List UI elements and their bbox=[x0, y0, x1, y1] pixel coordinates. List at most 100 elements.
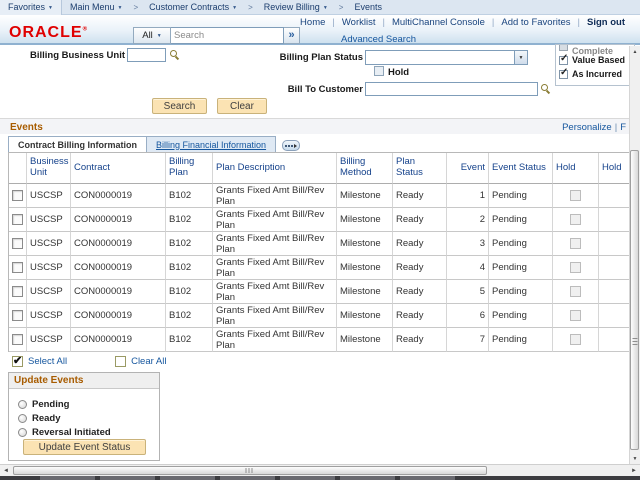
cell-plan-status: Ready bbox=[393, 304, 447, 328]
top-link-add-to-favorites[interactable]: Add to Favorites bbox=[494, 17, 577, 28]
grid-header-select bbox=[9, 153, 27, 184]
cell-event-status: Pending bbox=[489, 280, 553, 304]
events-tabs: Contract Billing InformationBilling Fina… bbox=[8, 135, 300, 153]
breadcrumb-item-review-billing[interactable]: Review Billing bbox=[256, 0, 336, 15]
select-all-checkbox-icon[interactable] bbox=[12, 356, 23, 367]
cell-billing-plan: B102 bbox=[166, 256, 213, 280]
cell-event: 2 bbox=[447, 208, 489, 232]
row-select-cell bbox=[9, 304, 27, 328]
top-link-sign-out[interactable]: Sign out bbox=[580, 17, 632, 28]
horizontal-scrollbar-thumb[interactable] bbox=[13, 466, 487, 475]
hold-checkbox[interactable] bbox=[570, 190, 581, 201]
search-go-button[interactable] bbox=[284, 27, 300, 44]
arrow bbox=[294, 144, 297, 148]
row-select-checkbox[interactable] bbox=[12, 238, 23, 249]
ready-radio-button[interactable] bbox=[18, 414, 27, 423]
row-select-cell bbox=[9, 232, 27, 256]
cell-business-unit: USCSP bbox=[27, 232, 71, 256]
cell-hold-2 bbox=[599, 184, 629, 208]
cell-event: 7 bbox=[447, 328, 489, 352]
chevron-down-icon[interactable] bbox=[514, 51, 527, 64]
clear-all-group: Clear All bbox=[115, 356, 166, 367]
hold-checkbox[interactable] bbox=[570, 238, 581, 249]
bill-to-customer-input[interactable] bbox=[365, 82, 538, 96]
hold-checkbox[interactable] bbox=[570, 214, 581, 225]
tab-contract-billing-information[interactable]: Contract Billing Information bbox=[8, 136, 147, 153]
scroll-right-arrow-icon[interactable]: ► bbox=[628, 465, 640, 476]
row-select-cell bbox=[9, 208, 27, 232]
search-scope-dropdown[interactable]: All bbox=[133, 27, 171, 44]
hold-checkbox[interactable] bbox=[570, 334, 581, 345]
as-incurred-checkbox[interactable] bbox=[559, 70, 568, 79]
lookup-magnifier-icon[interactable] bbox=[170, 50, 178, 58]
row-select-checkbox[interactable] bbox=[12, 214, 23, 225]
tab-billing-financial-information[interactable]: Billing Financial Information bbox=[147, 136, 276, 153]
grid-header-billing-method[interactable]: Billing Method bbox=[337, 153, 393, 184]
grid-header-event-status[interactable]: Event Status bbox=[489, 153, 553, 184]
top-link-worklist[interactable]: Worklist bbox=[335, 17, 383, 28]
checkbox-item-value-based: Value Based bbox=[556, 53, 634, 67]
chevron-down-icon bbox=[232, 2, 237, 12]
grid-header-billing-plan[interactable]: Billing Plan bbox=[166, 153, 213, 184]
grid-header-hold-2[interactable]: Hold bbox=[599, 153, 629, 184]
top-link-multichannel-console[interactable]: MultiChannel Console bbox=[385, 17, 492, 28]
cell-plan-status: Ready bbox=[393, 328, 447, 352]
cell-billing-method: Milestone bbox=[337, 328, 393, 352]
breadcrumb: FavoritesMain Menu Customer Contracts Revi… bbox=[0, 0, 640, 15]
row-select-checkbox[interactable] bbox=[12, 262, 23, 273]
cell-plan-status: Ready bbox=[393, 184, 447, 208]
cell-billing-plan: B102 bbox=[166, 208, 213, 232]
dot bbox=[285, 145, 287, 147]
search-button[interactable]: Search bbox=[152, 98, 207, 114]
advanced-search-link[interactable]: Advanced Search bbox=[341, 34, 416, 45]
percent-complete-checkbox[interactable] bbox=[559, 44, 568, 51]
hold-checkbox[interactable] bbox=[570, 310, 581, 321]
global-search-bar: All bbox=[133, 27, 300, 44]
hold-checkbox[interactable] bbox=[570, 286, 581, 297]
breadcrumb-item-events[interactable]: Events bbox=[346, 0, 390, 15]
vertical-scrollbar-thumb[interactable] bbox=[630, 150, 639, 450]
breadcrumb-item-customer-contracts[interactable]: Customer Contracts bbox=[141, 0, 245, 15]
grid-header-plan-description[interactable]: Plan Description bbox=[213, 153, 337, 184]
hold-checkbox[interactable] bbox=[570, 262, 581, 273]
lookup-magnifier-icon[interactable] bbox=[541, 84, 549, 92]
radio-option-reversal-initiated: Reversal Initiated bbox=[18, 425, 111, 439]
billing-plan-status-select[interactable] bbox=[365, 50, 528, 65]
grid-header-business-unit[interactable]: Business Unit bbox=[27, 153, 71, 184]
show-all-columns-icon[interactable] bbox=[282, 140, 300, 151]
clear-all-link[interactable]: Clear All bbox=[131, 356, 166, 367]
row-select-checkbox[interactable] bbox=[12, 334, 23, 345]
personalize-link[interactable]: Personalize bbox=[562, 122, 612, 133]
value-based-checkbox[interactable] bbox=[559, 56, 568, 65]
row-select-checkbox[interactable] bbox=[12, 190, 23, 201]
hold-filter-checkbox[interactable] bbox=[374, 66, 384, 76]
row-select-checkbox[interactable] bbox=[12, 310, 23, 321]
breadcrumb-item-favorites[interactable]: Favorites bbox=[0, 0, 61, 15]
personalize-links: Personalize F bbox=[562, 122, 626, 133]
vertical-scrollbar[interactable]: ▲ ▼ bbox=[629, 46, 640, 464]
update-event-status-button[interactable]: Update Event Status bbox=[23, 439, 146, 455]
taskbar-block bbox=[160, 476, 215, 480]
global-search-input[interactable] bbox=[171, 27, 284, 44]
application-window: FavoritesMain Menu Customer Contracts Revi… bbox=[0, 0, 640, 480]
grid-header-event[interactable]: Event bbox=[447, 153, 489, 184]
update-events-groupbox: Update Events PendingReadyReversal Initi… bbox=[8, 372, 160, 461]
clear-all-checkbox-icon[interactable] bbox=[115, 356, 126, 367]
billing-business-unit-input[interactable] bbox=[127, 48, 166, 62]
breadcrumb-item-main-menu[interactable]: Main Menu bbox=[62, 0, 130, 15]
grid-header-contract[interactable]: Contract bbox=[71, 153, 166, 184]
find-link-partial[interactable]: F bbox=[620, 122, 626, 133]
cell-hold bbox=[553, 328, 599, 352]
reversal-initiated-radio-button[interactable] bbox=[18, 428, 27, 437]
select-all-link[interactable]: Select All bbox=[28, 356, 67, 367]
scroll-down-arrow-icon[interactable]: ▼ bbox=[630, 453, 640, 464]
scroll-up-arrow-icon[interactable]: ▲ bbox=[630, 46, 640, 57]
radio-option-pending: Pending bbox=[18, 397, 111, 411]
grid-header-hold[interactable]: Hold bbox=[553, 153, 599, 184]
pending-radio-button[interactable] bbox=[18, 400, 27, 409]
scroll-left-arrow-icon[interactable]: ◄ bbox=[0, 465, 12, 476]
clear-button[interactable]: Clear bbox=[217, 98, 267, 114]
row-select-checkbox[interactable] bbox=[12, 286, 23, 297]
horizontal-scrollbar[interactable]: ◄ ► bbox=[0, 464, 640, 476]
grid-header-plan-status[interactable]: Plan Status bbox=[393, 153, 447, 184]
